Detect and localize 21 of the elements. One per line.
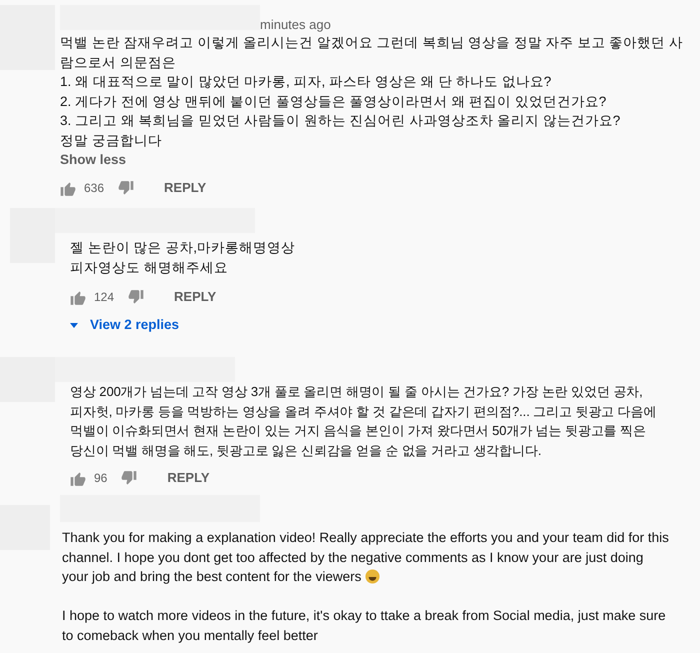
caret-icon	[70, 322, 78, 328]
reply-button[interactable]: REPLY	[174, 287, 216, 307]
like-count: 636	[84, 180, 104, 197]
comment-text: Thank you for making a explanation video! Really appreciate the efforts you and your team did for this channel. I hope you dont get too affected by the negative comments as I know your are just doing your job and bring the best content for the viewers	[62, 529, 669, 586]
thumbs-up-icon[interactable]	[70, 470, 86, 486]
like-count: 96	[94, 470, 108, 487]
like-count: 124	[94, 289, 114, 306]
reply-button[interactable]: REPLY	[167, 468, 210, 488]
comment-text: I hope to watch more videos in the future, it's okay to ttake a break from Social media, just make sure to comeback when you mentally feel better	[62, 607, 666, 645]
view-replies-button[interactable]: View 2 replies	[70, 315, 180, 335]
comment-text: 영상 200개가 넘는데 고작 영상 3개 풀로 올리면 해명이 될 줄 아시는 건가요? 가장 논란 있었던 공차, 피자헛, 마카롱 등을 먹방하는 영상을 올려 주셔야 할 것 같은데 갑자기 편의점?... 그리고 뒷광고 다음에 먹밸이 이슈화되면서 현재 논란이 있는 거지 음식을 본인이 가져 왔다면서 50개가 넘는 뒷광고를 찍은 당신이 먹밸 해명을 해도, 뒷광고로 잃은 신뢰감을 얻을 순 없을 거라고 생각합니다.	[70, 383, 656, 460]
reply-button[interactable]: REPLY	[164, 178, 206, 198]
show-less-link[interactable]: Show less	[60, 150, 126, 170]
thumbs-down-icon[interactable]	[121, 470, 138, 486]
thumbs-down-icon[interactable]	[118, 180, 134, 196]
comment-text: 먹밸 논란 잠재우려고 이렇게 올리시는건 알겠어요 그런데 복희님 영상을 정말 자주 보고 좋아했던 사 람으로서 의문점은 1. 왜 대표적으로 말이 많았던 마카롱, 피자, 파스타 영상은 왜 단 하나도 없나요? 2. 게다가 전에 영상 맨뒤에 붙이던 풀영상들은 풀영상이라면서 왜 편집이 있었던건가요? 3. 그리고 왜 복희님을 믿었던 사람들이 원하는 진심어린 사과영상조차 올리지 않는건가요? 정말 궁금합니다	[60, 34, 683, 150]
comment-time: minutes ago	[260, 17, 331, 33]
thumbs-up-icon[interactable]	[70, 290, 86, 304]
comment-text: 젤 논란이 많은 공차,마카롱해명영상 피자영상도 해명해주세요	[70, 239, 296, 276]
thumbs-up-icon[interactable]	[60, 180, 76, 196]
thumbs-down-icon[interactable]	[128, 290, 144, 304]
